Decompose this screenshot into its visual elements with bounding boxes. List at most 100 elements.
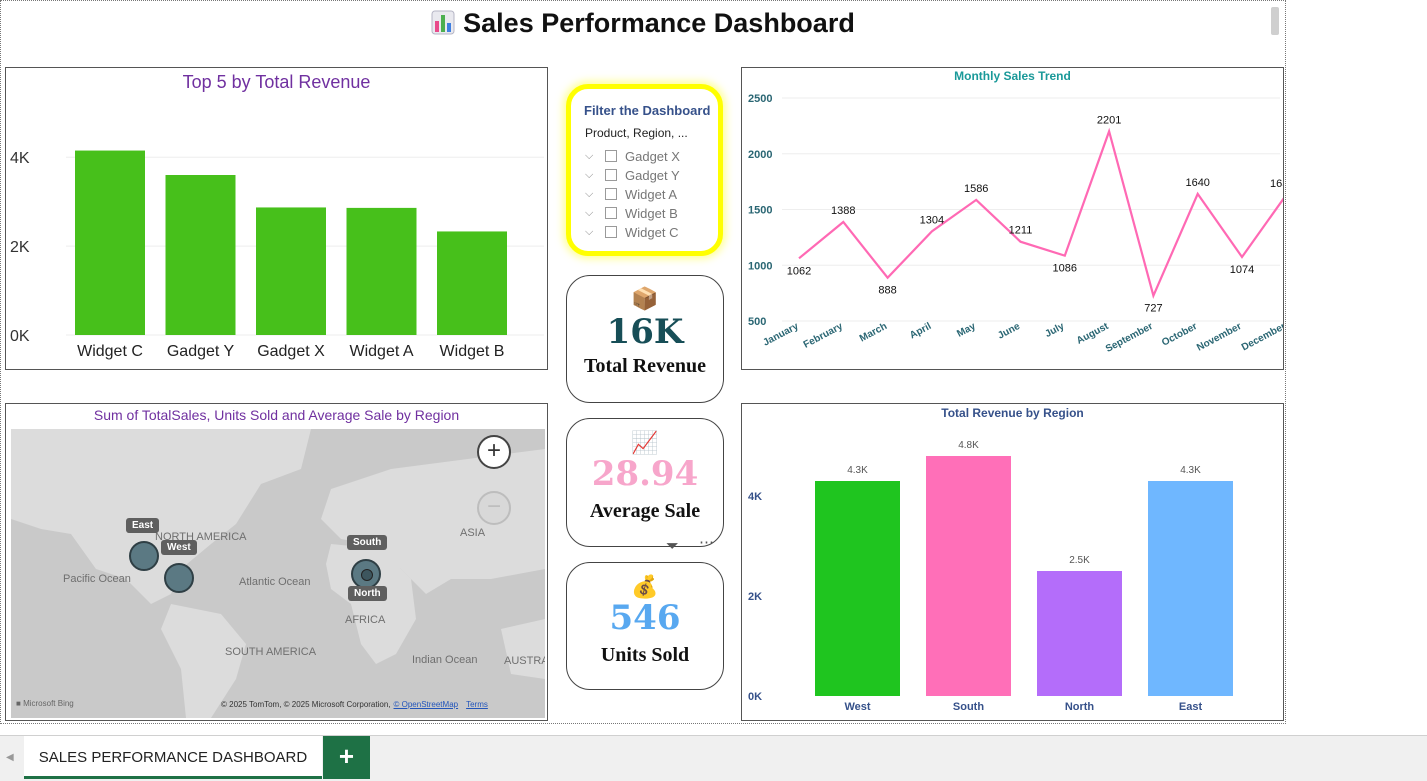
map-label-atlantic: Atlantic Ocean: [239, 576, 311, 588]
slicer-item[interactable]: ⌵ Gadget X: [585, 147, 680, 165]
map-label-australia: AUSTRA: [504, 655, 545, 667]
slicer-item[interactable]: ⌵ Widget B: [585, 204, 678, 222]
total-revenue-card[interactable]: 📦 16K Total Revenue: [566, 275, 724, 403]
y-tick-label: 2K: [10, 239, 30, 256]
bar: [256, 207, 326, 335]
map-tag-west: West: [161, 540, 197, 555]
total-revenue-label: Total Revenue: [583, 355, 707, 377]
osm-link[interactable]: © OpenStreetMap: [394, 700, 459, 709]
slicer-checkbox[interactable]: [605, 169, 617, 181]
map-attribution: © 2025 TomTom, © 2025 Microsoft Corporat…: [221, 700, 488, 709]
x-tick-label: January: [761, 321, 800, 349]
tab-scroll-left-icon[interactable]: ◀: [6, 752, 14, 763]
add-sheet-button[interactable]: +: [323, 736, 370, 779]
page-title-text: Sales Performance Dashboard: [463, 8, 855, 38]
top5-chart-panel[interactable]: Top 5 by Total Revenue 0K 2K 4K Widget C Gad…: [5, 67, 548, 370]
dashboard-canvas: Sales Performance Dashboard Top 5 by Tot…: [0, 0, 1427, 781]
slicer-checkbox[interactable]: [605, 226, 617, 238]
map-tag-north: North: [348, 586, 387, 601]
terms-link[interactable]: Terms: [466, 700, 488, 709]
units-sold-card[interactable]: 💰 546 Units Sold: [566, 562, 724, 690]
slicer-checkbox[interactable]: [605, 150, 617, 162]
map-label-pacific: Pacific Ocean: [63, 573, 131, 585]
map-marker-east[interactable]: [129, 541, 159, 571]
map-marker-west[interactable]: [164, 563, 194, 593]
top5-bar-chart: 0K 2K 4K Widget C Gadget Y Gadget X Widget A Wi…: [10, 150, 544, 360]
bing-logo: ■ Microsoft Bing: [16, 699, 74, 708]
money-bag-icon: 💰: [631, 574, 659, 599]
slicer-item[interactable]: ⌵ Gadget Y: [585, 166, 680, 184]
x-tick-label: May: [955, 321, 978, 340]
average-sale-value: 28.94: [591, 454, 699, 494]
map-marker-north[interactable]: [361, 569, 373, 581]
monthly-line-chart: 500 1000 1500 2000 2500 1062 1388 888 1304 1586 12…: [748, 93, 1283, 355]
data-label: 4.3K: [1180, 465, 1201, 476]
filter-icon[interactable]: ⏷: [666, 538, 679, 556]
data-label: 1304: [920, 214, 944, 226]
page-title: Sales Performance Dashboard: [0, 8, 1286, 39]
chevron-down-icon[interactable]: ⌵: [585, 207, 601, 220]
data-label: 1062: [787, 265, 811, 277]
x-tick-label: February: [802, 321, 845, 351]
bar: [926, 456, 1011, 696]
units-sold-value: 546: [609, 598, 681, 638]
y-tick-label: 1000: [748, 260, 772, 272]
data-label: 4.3K: [847, 465, 868, 476]
bar: [1037, 571, 1122, 696]
series-line: [798, 127, 1283, 300]
bar: [815, 481, 900, 696]
x-tick-label: South: [953, 701, 984, 713]
region-revenue-panel[interactable]: Total Revenue by Region 0K 2K 4K 4.3K West 4.…: [741, 403, 1284, 721]
y-tick-label: 500: [748, 316, 766, 328]
data-label: 4.8K: [958, 440, 979, 451]
data-label: 1211: [1009, 225, 1033, 237]
map-label-south-america: SOUTH AMERICA: [225, 646, 317, 658]
slicer-item-label: Widget C: [625, 224, 679, 240]
sheet-tab-bar: ◀ SALES PERFORMANCE DASHBOARD +: [0, 735, 1427, 781]
slicer-checkbox[interactable]: [605, 188, 617, 200]
x-tick-label: June: [996, 321, 1022, 342]
chevron-down-icon[interactable]: ⌵: [585, 150, 601, 163]
zoom-out-button[interactable]: −: [477, 491, 511, 525]
units-sold-label: Units Sold: [600, 644, 690, 666]
chevron-down-icon[interactable]: ⌵: [585, 169, 601, 182]
more-options-icon[interactable]: ⋯: [699, 533, 715, 551]
x-tick-label: December: [1240, 321, 1283, 353]
x-tick-label: November: [1195, 321, 1243, 354]
slicer-item-label: Widget B: [625, 205, 678, 221]
slicer-checkbox[interactable]: [605, 207, 617, 219]
map-label-indian-ocean: Indian Ocean: [412, 654, 478, 666]
sheet-tab-dashboard[interactable]: SALES PERFORMANCE DASHBOARD: [24, 736, 322, 779]
x-tick-label: April: [908, 321, 933, 342]
slicer-item[interactable]: ⌵ Widget A: [585, 185, 677, 203]
chart-increasing-icon: 📈: [631, 430, 659, 455]
filter-slicer[interactable]: Filter the Dashboard Product, Region, ..…: [566, 84, 723, 256]
x-tick-label: Gadget X: [257, 343, 325, 360]
region-bar-chart: 0K 2K 4K 4.3K West 4.8K South 2.5K North 4.3K East: [748, 440, 1233, 713]
chevron-down-icon[interactable]: ⌵: [585, 226, 601, 239]
x-tick-label: Widget B: [440, 343, 505, 360]
map-label-africa: AFRICA: [345, 614, 386, 626]
slicer-header: Product, Region, ...: [585, 126, 688, 140]
data-label: 1086: [1053, 263, 1077, 275]
bar: [437, 231, 507, 335]
data-label: 2201: [1097, 114, 1121, 126]
slicer-item-label: Widget A: [625, 186, 678, 202]
y-tick-label: 2500: [748, 93, 772, 105]
map-tag-east: East: [126, 518, 160, 533]
chevron-down-icon[interactable]: ⌵: [585, 188, 601, 201]
zoom-in-button[interactable]: +: [477, 435, 511, 469]
bar: [1148, 481, 1233, 696]
slicer-item[interactable]: ⌵ Widget C: [585, 223, 678, 241]
region-map[interactable]: NORTH AMERICA Pacific Ocean Atlantic Oce…: [11, 429, 545, 718]
x-tick-label: Widget A: [349, 343, 413, 360]
x-tick-label: North: [1065, 701, 1095, 713]
data-label: 1388: [831, 205, 855, 217]
average-sale-label: Average Sale: [589, 500, 701, 522]
data-label: 888: [878, 285, 896, 297]
average-sale-card[interactable]: 📈 28.94 Average Sale: [566, 418, 724, 547]
x-tick-label: September: [1104, 321, 1155, 355]
bar: [165, 175, 236, 335]
monthly-trend-panel[interactable]: Monthly Sales Trend 500 1000 1500 2000 2500 1…: [741, 67, 1284, 370]
map-tag-south: South: [347, 535, 388, 550]
